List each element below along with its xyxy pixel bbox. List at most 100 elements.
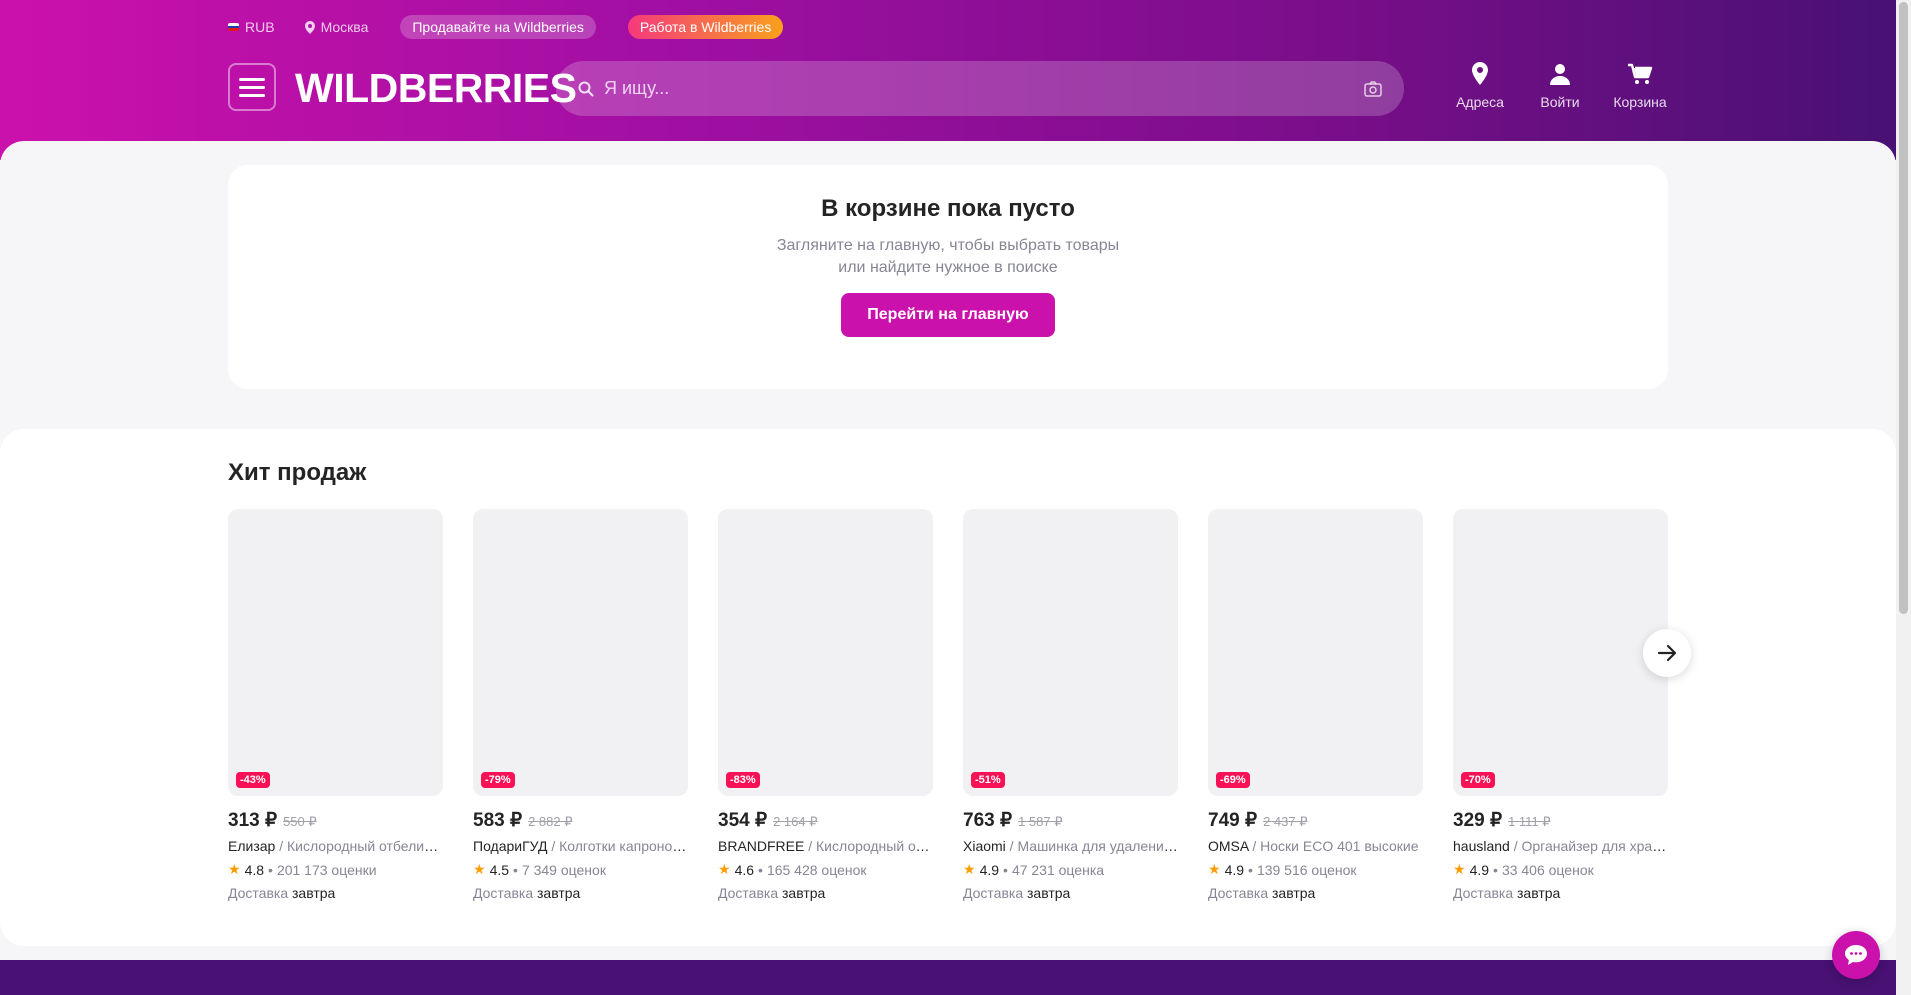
currency-selector[interactable]: RUB [228, 19, 275, 35]
product-image[interactable]: -79% [473, 509, 688, 796]
product-name[interactable]: OMSA / Носки ECO 401 высокие [1208, 838, 1423, 854]
price: 329 ₽ [1453, 810, 1503, 831]
product-card[interactable]: -51% 763 ₽ 1 587 ₽ Xiaomi / Машинка для у… [963, 509, 1178, 901]
product-description: / Колготки капроновые [547, 838, 688, 854]
price-row: 354 ₽ 2 164 ₽ [718, 809, 933, 832]
product-card[interactable]: -69% 749 ₽ 2 437 ₽ OMSA / Носки ECO 401 в… [1208, 509, 1423, 901]
reviews-count: 139 516 оценок [1256, 861, 1357, 878]
reviews-count: 7 349 оценок [521, 861, 606, 878]
product-card[interactable]: -79% 583 ₽ 2 882 ₽ ПодариГУД / Колготки к… [473, 509, 688, 901]
discount-badge: -69% [1216, 772, 1250, 788]
carousel-next-button[interactable] [1643, 629, 1691, 677]
burger-line [239, 85, 265, 89]
star-icon: ★ [963, 861, 976, 877]
page-scrollbar[interactable] [1896, 0, 1911, 995]
product-description: / Кислородный отбеливатель [279, 838, 443, 854]
city-label: Москва [320, 19, 369, 35]
chat-icon [1845, 945, 1867, 965]
price: 749 ₽ [1208, 810, 1258, 831]
delivery-label: Доставка [718, 885, 779, 901]
delivery-label: Доставка [1453, 885, 1514, 901]
delivery-info: Доставка завтра [718, 885, 933, 901]
rating-value: 4.5 [489, 861, 510, 878]
empty-cart-title: В корзине пока пусто [821, 195, 1075, 222]
empty-cart-card: В корзине пока пусто Загляните на главну… [228, 165, 1668, 389]
dot-separator: • [513, 861, 518, 878]
discount-badge: -70% [1461, 772, 1495, 788]
scrollbar-thumb[interactable] [1899, 2, 1908, 614]
price-row: 583 ₽ 2 882 ₽ [473, 809, 688, 832]
cart-button[interactable]: Корзина [1600, 60, 1680, 110]
product-image[interactable]: -43% [228, 509, 443, 796]
login-button[interactable]: Войти [1520, 60, 1600, 110]
empty-cart-text-line1: Загляните на главную, чтобы выбрать това… [776, 237, 1120, 254]
location-pin-icon [1472, 62, 1488, 85]
addresses-label: Адреса [1456, 94, 1504, 110]
product-description: / Кислородный отбеливатель [808, 838, 933, 854]
camera-icon[interactable] [1364, 80, 1382, 97]
product-image[interactable]: -51% [963, 509, 1178, 796]
old-price: 1 111 ₽ [1508, 814, 1551, 829]
search-input[interactable] [604, 78, 1364, 99]
price: 313 ₽ [228, 810, 278, 831]
product-name[interactable]: Елизар / Кислородный отбеливатель [228, 838, 443, 854]
product-name[interactable]: Xiaomi / Машинка для удаления катышков [963, 838, 1178, 854]
burger-line [239, 93, 265, 97]
cart-icon [1628, 63, 1653, 84]
chat-button[interactable] [1832, 931, 1880, 979]
product-image[interactable]: -70% [1453, 509, 1668, 796]
delivery-label: Доставка [1208, 885, 1269, 901]
brand: BRANDFREE [718, 838, 805, 854]
product-image[interactable]: -69% [1208, 509, 1423, 796]
old-price: 1 587 ₽ [1018, 814, 1063, 829]
rating-value: 4.9 [1469, 861, 1490, 878]
login-label: Войти [1540, 94, 1580, 110]
delivery-label: Доставка [228, 885, 289, 901]
product-card[interactable]: -43% 313 ₽ 550 ₽ Елизар / Кислородный отб… [228, 509, 443, 901]
rating-row: ★ 4.5 • 7 349 оценок [473, 861, 688, 878]
location-pin-icon [304, 20, 315, 34]
delivery-info: Доставка завтра [473, 885, 688, 901]
sell-on-wildberries-link[interactable]: Продавайте на Wildberries [400, 15, 596, 39]
go-home-button[interactable]: Перейти на главную [841, 293, 1055, 337]
product-card[interactable]: -83% 354 ₽ 2 164 ₽ BRANDFREE / Кислородны… [718, 509, 933, 901]
product-name[interactable]: ПодариГУД / Колготки капроновые [473, 838, 688, 854]
price-row: 763 ₽ 1 587 ₽ [963, 809, 1178, 832]
dot-separator: • [1248, 861, 1253, 878]
header-nav: Адреса Войти Корзина [1440, 60, 1680, 110]
bestsellers-title: Хит продаж [228, 459, 367, 486]
arrow-right-icon [1657, 644, 1677, 662]
dot-separator: • [1003, 861, 1008, 878]
price-row: 329 ₽ 1 111 ₽ [1453, 809, 1668, 832]
brand: OMSA [1208, 838, 1249, 854]
discount-badge: -83% [726, 772, 760, 788]
dot-separator: • [268, 861, 273, 878]
delivery-info: Доставка завтра [1208, 885, 1423, 901]
product-carousel: -43% 313 ₽ 550 ₽ Елизар / Кислородный отб… [228, 509, 1668, 901]
dot-separator: • [758, 861, 763, 878]
star-icon: ★ [1208, 861, 1221, 877]
delivery-label: Доставка [473, 885, 534, 901]
delivery-date: завтра [292, 885, 336, 901]
brand: Xiaomi [963, 838, 1006, 854]
product-name[interactable]: hausland / Органайзер для хранения [1453, 838, 1668, 854]
rating-value: 4.9 [1224, 861, 1245, 878]
old-price: 2 437 ₽ [1263, 814, 1308, 829]
addresses-button[interactable]: Адреса [1440, 60, 1520, 110]
city-selector[interactable]: Москва [304, 19, 369, 35]
footer [0, 960, 1896, 995]
burger-line [239, 77, 265, 81]
delivery-label: Доставка [963, 885, 1024, 901]
price-row: 313 ₽ 550 ₽ [228, 809, 443, 832]
product-card[interactable]: -70% 329 ₽ 1 111 ₽ hausland / Органайзер … [1453, 509, 1668, 901]
product-image[interactable]: -83% [718, 509, 933, 796]
old-price: 2 164 ₽ [773, 814, 818, 829]
site-header: RUB Москва Продавайте на Wildberries Раб… [0, 0, 1896, 160]
reviews-count: 201 173 оценки [276, 861, 377, 878]
star-icon: ★ [473, 861, 486, 877]
work-at-wildberries-link[interactable]: Работа в Wildberries [627, 15, 784, 39]
product-name[interactable]: BRANDFREE / Кислородный отбеливатель [718, 838, 933, 854]
delivery-date: завтра [1517, 885, 1561, 901]
logo[interactable]: WILDBERRIES [295, 64, 577, 112]
menu-burger-button[interactable] [228, 63, 276, 111]
